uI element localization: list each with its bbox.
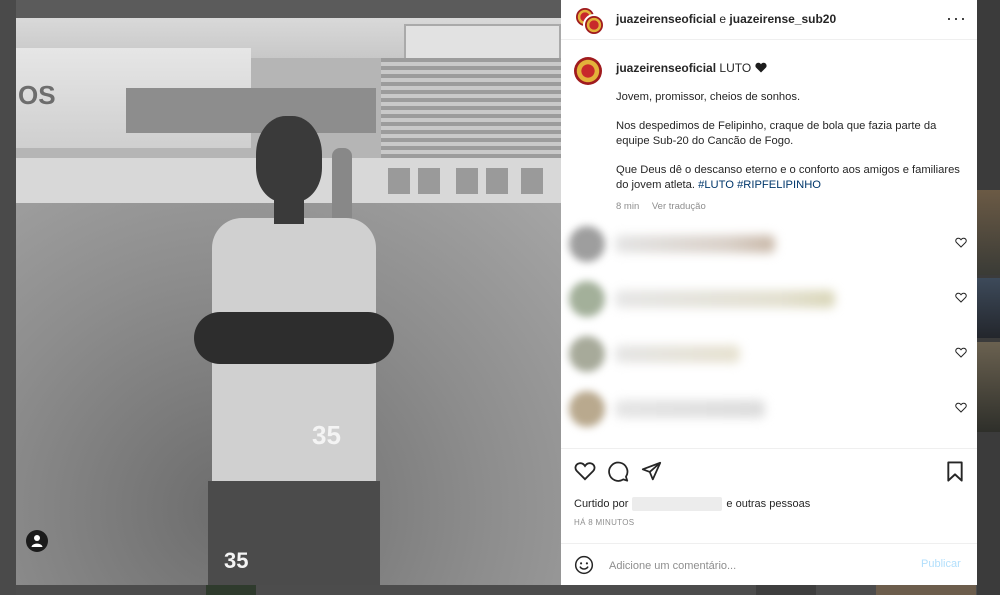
- blurred-comment-text: [615, 400, 765, 418]
- comment-item: [561, 224, 977, 264]
- player-head: [256, 116, 322, 202]
- heart-outline-icon[interactable]: [955, 237, 967, 248]
- heart-outline-icon[interactable]: [955, 402, 967, 413]
- publish-button[interactable]: Publicar: [921, 558, 961, 570]
- post-time: 8 min: [616, 201, 640, 212]
- caption-paragraph: Que Deus dê o descanso eterno e o confor…: [616, 163, 966, 193]
- post-timestamp: HÁ 8 MINUTOS: [574, 518, 635, 527]
- feed-backdrop-bottom: [16, 585, 977, 595]
- likes-suffix: e outras pessoas: [726, 497, 811, 510]
- tagged-users-button[interactable]: [26, 530, 48, 552]
- stadium-stand: [381, 58, 561, 168]
- caption-heading: juazeirenseoficial LUTO: [616, 61, 767, 75]
- feed-thumbnail: [977, 342, 1000, 432]
- wall-window: [521, 168, 543, 194]
- avatar: [583, 14, 605, 36]
- feed-backdrop-left: [0, 0, 16, 595]
- shorts-number: 35: [224, 548, 249, 573]
- paper-plane-icon[interactable]: [641, 461, 662, 482]
- blurred-comment-text: [615, 290, 835, 308]
- player-arms: [194, 312, 394, 364]
- username-link[interactable]: juazeirense_sub20: [729, 12, 836, 26]
- player-figure: 35 35: [194, 116, 394, 585]
- hashtag-link[interactable]: #LUTO: [698, 179, 734, 191]
- comment-item: [561, 279, 977, 319]
- heart-outline-icon[interactable]: [574, 461, 596, 481]
- avatar: [569, 391, 605, 427]
- caption-paragraph: Jovem, promissor, cheios de sonhos.: [616, 91, 801, 103]
- feed-thumbnail: [977, 190, 1000, 275]
- feed-thumbnail: [977, 278, 1000, 338]
- wall-window: [418, 168, 440, 194]
- heart-outline-icon[interactable]: [955, 292, 967, 303]
- wall-window: [456, 168, 478, 194]
- caption-meta: 8 min Ver tradução: [616, 201, 716, 212]
- person-icon: [31, 535, 43, 547]
- jersey-number: 35: [312, 420, 341, 450]
- header-usernames: juazeirenseoficial e juazeirense_sub20: [616, 12, 836, 26]
- blurred-comment-text: [615, 345, 740, 363]
- caption-title: LUTO: [719, 61, 752, 75]
- username-link[interactable]: juazeirenseoficial: [616, 12, 716, 26]
- post-photo[interactable]: OS 35 35: [16, 18, 561, 585]
- hashtag-link[interactable]: #RIPFELIPINHO: [737, 179, 821, 191]
- post-caption: juazeirenseoficial LUTO Jovem, promissor…: [561, 50, 977, 220]
- likes-summary[interactable]: Curtido por e outras pessoas: [574, 497, 810, 511]
- comment-item: [561, 334, 977, 374]
- username-link[interactable]: juazeirenseoficial: [616, 61, 716, 75]
- connector-text: e: [719, 12, 727, 26]
- bookmark-icon[interactable]: [946, 461, 964, 482]
- avatar[interactable]: [574, 57, 602, 85]
- avatar: [569, 336, 605, 372]
- blurred-comment-text: [615, 235, 775, 253]
- post-header: juazeirenseoficial e juazeirense_sub20 ·…: [561, 0, 977, 40]
- collab-avatars[interactable]: [574, 6, 605, 36]
- heart-outline-icon[interactable]: [955, 347, 967, 358]
- comment-input[interactable]: [607, 556, 911, 576]
- comment-item: [561, 389, 977, 429]
- avatar: [569, 281, 605, 317]
- smiley-icon[interactable]: [574, 555, 594, 575]
- more-horizontal-icon[interactable]: ···: [946, 9, 967, 27]
- comment-bubble-icon[interactable]: [608, 461, 629, 482]
- post-actions: Curtido por e outras pessoas HÁ 8 MINUTOS: [561, 448, 977, 544]
- caption-paragraph: Nos despedimos de Felipinho, craque de b…: [616, 120, 937, 147]
- redacted-username: [632, 497, 723, 511]
- avatar: [569, 226, 605, 262]
- stadium-board-text: OS: [18, 80, 56, 110]
- likes-prefix: Curtido por: [574, 497, 629, 510]
- black-heart-icon: [754, 62, 767, 73]
- feed-backdrop-right: [977, 0, 1000, 595]
- translate-link[interactable]: Ver tradução: [652, 201, 706, 212]
- wall-window: [486, 168, 508, 194]
- post-detail-panel: juazeirenseoficial e juazeirense_sub20 ·…: [561, 0, 977, 585]
- add-comment-bar: Publicar: [561, 543, 977, 586]
